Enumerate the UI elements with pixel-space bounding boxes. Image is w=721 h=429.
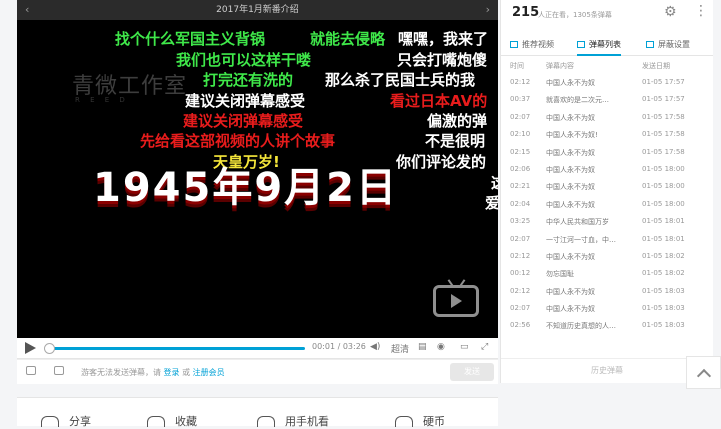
danmaku-text: 建议关闭弹幕感受 [185,92,306,110]
list-item[interactable]: 02:06 中国人永不为奴 01-05 18:00 [501,161,713,178]
settings-icon[interactable]: ◉ [437,342,445,352]
player-controls: 00:01 / 03:26 ◀) 超清 ▤ ◉ ▭ ⤢ [17,338,498,359]
danmaku-text: 爱 [485,194,498,212]
list-item[interactable]: 03:25 中华人民共和国万岁 01-05 18:01 [501,213,713,230]
more-icon[interactable]: ⋮ [694,3,708,19]
sidebar-tabs: 推荐视频 弹幕列表 屏蔽设置 [501,35,713,56]
login-link[interactable]: 登录 [164,368,180,377]
phone-icon [257,416,275,427]
progress-handle[interactable] [44,343,55,354]
tab-recommended[interactable]: 推荐视频 [510,35,554,55]
share-icon [41,416,59,427]
star-icon [147,416,165,427]
danmaku-text: 这 [491,172,498,193]
play-icon[interactable] [25,342,36,354]
danmaku-mode-icon[interactable] [54,366,64,375]
danmaku-text: 找个什么军国主义背锅 [115,30,266,48]
danmaku-text: 那么杀了民国士兵的我 [325,71,476,89]
video-player[interactable]: ‹ 2017年1月新番介绍 › 青微工作室 R E E D 找个什么军国主义背锅… [17,0,498,338]
favorite-button[interactable]: 收藏 [147,413,197,429]
tab-recommended-icon [510,41,518,48]
volume-icon[interactable]: ◀) [370,342,380,352]
history-danmaku-button[interactable]: 历史弹幕 [501,358,713,383]
share-button[interactable]: 分享 [41,413,91,429]
column-header-date[interactable]: 发送日期 [642,61,670,71]
list-item[interactable]: 02:04 中国人永不为奴 01-05 18:00 [501,196,713,213]
send-button[interactable]: 发送 [450,363,494,381]
danmaku-list-header: 时间 弹幕内容 发送日期 [501,57,713,74]
danmaku-list: 02:12 中国人永不为奴 01-05 17:57 00:37 就喜欢的是二次元… 01… [501,74,713,335]
watermark-sub: R E E D [75,96,129,104]
fullscreen-icon[interactable]: ⤢ [481,342,488,352]
time-display: 00:01 / 03:26 [312,342,366,351]
video-caption-date: 1945年9月2日 [93,165,398,211]
column-header-content[interactable]: 弹幕内容 [546,61,574,71]
list-item[interactable]: 02:15 中国人永不为奴 01-05 17:58 [501,144,713,161]
prev-video-icon[interactable]: ‹ [25,0,29,20]
progress-bar[interactable] [47,347,305,350]
tab-danmaku-list[interactable]: 弹幕列表 [577,35,621,56]
scroll-to-top-button[interactable] [686,356,721,389]
danmaku-text: 就能去侵略 [310,30,386,48]
danmaku-text: 我们也可以这样干喽 [176,51,312,69]
video-title-bar: ‹ 2017年1月新番介绍 › [17,0,498,20]
coin-icon [395,416,413,427]
quality-selector[interactable]: 超清 [391,342,409,355]
list-item[interactable]: 02:07 一寸江河一寸血，中… 01-05 18:01 [501,231,713,248]
login-or-text: 或 [182,368,191,377]
danmaku-input-bar: 游客无法发送弹幕，请 登录 或 注册会员 发送 [17,359,498,384]
column-header-time[interactable]: 时间 [510,61,524,71]
list-item[interactable]: 02:56 不知道历史真想的人… 01-05 18:03 [501,317,713,334]
danmaku-sidebar: 215 人正在看，1305条弹幕 ⚙ ⋮ 推荐视频 弹幕列表 屏蔽设置 时间 弹… [500,0,713,383]
widescreen-icon[interactable]: ▭ [460,342,469,352]
list-item[interactable]: 02:10 中国人永不为奴! 01-05 17:58 [501,126,713,143]
register-link[interactable]: 注册会员 [193,368,225,377]
list-item[interactable]: 02:07 中国人永不为奴 01-05 17:58 [501,109,713,126]
danmaku-text: 只会打嘴炮傻 [397,51,488,69]
danmaku-text: 你们评论发的 [396,153,487,171]
danmaku-text: 看过日本AV的 [390,92,488,110]
list-item[interactable]: 02:12 中国人永不为奴 01-05 18:02 [501,248,713,265]
danmaku-text: 不是很明 [425,132,486,150]
danmaku-text: 偏激的弹 [427,112,488,130]
tab-block-settings-icon [646,41,654,48]
viewer-count: 215 [512,5,540,20]
danmaku-text: 打完还有洗的 [203,71,294,89]
list-item[interactable]: 02:12 中国人永不为奴 01-05 17:57 [501,74,713,91]
login-hint: 游客无法发送弹幕，请 登录 或 注册会员 [81,367,225,378]
list-item[interactable]: 02:21 中国人永不为奴 01-05 18:00 [501,178,713,195]
action-bar: 分享 收藏 用手机看 硬币 [17,397,498,429]
next-video-icon[interactable]: › [486,0,490,20]
list-item[interactable]: 00:37 就喜欢的是二次元… 01-05 17:57 [501,91,713,108]
list-item[interactable]: 00:12 勿忘国耻 01-05 18:02 [501,265,713,282]
list-item[interactable]: 02:07 中国人永不为奴 01-05 18:03 [501,300,713,317]
danmaku-text: 嘿嘿，我来了 [398,30,489,48]
danmaku-text: 建议关闭弹幕感受 [183,112,304,130]
danmaku-toggle-icon[interactable]: ▤ [418,342,427,352]
viewer-subtext: 人正在看，1305条弹幕 [538,11,612,19]
danmaku-style-icon[interactable] [26,366,36,375]
video-title: 2017年1月新番介绍 [216,5,299,15]
danmaku-text: 先给看这部视频的人讲个故事 [140,132,336,150]
coin-button[interactable]: 硬币 [395,413,445,429]
gear-icon[interactable]: ⚙ [664,4,677,20]
list-item[interactable]: 02:12 中国人永不为奴 01-05 18:03 [501,283,713,300]
tab-block-settings[interactable]: 屏蔽设置 [646,35,690,55]
login-hint-text: 游客无法发送弹幕，请 [81,368,161,377]
mobile-watch-button[interactable]: 用手机看 [257,413,329,429]
tv-play-icon[interactable] [433,285,479,317]
tab-danmaku-list-icon [577,41,585,48]
